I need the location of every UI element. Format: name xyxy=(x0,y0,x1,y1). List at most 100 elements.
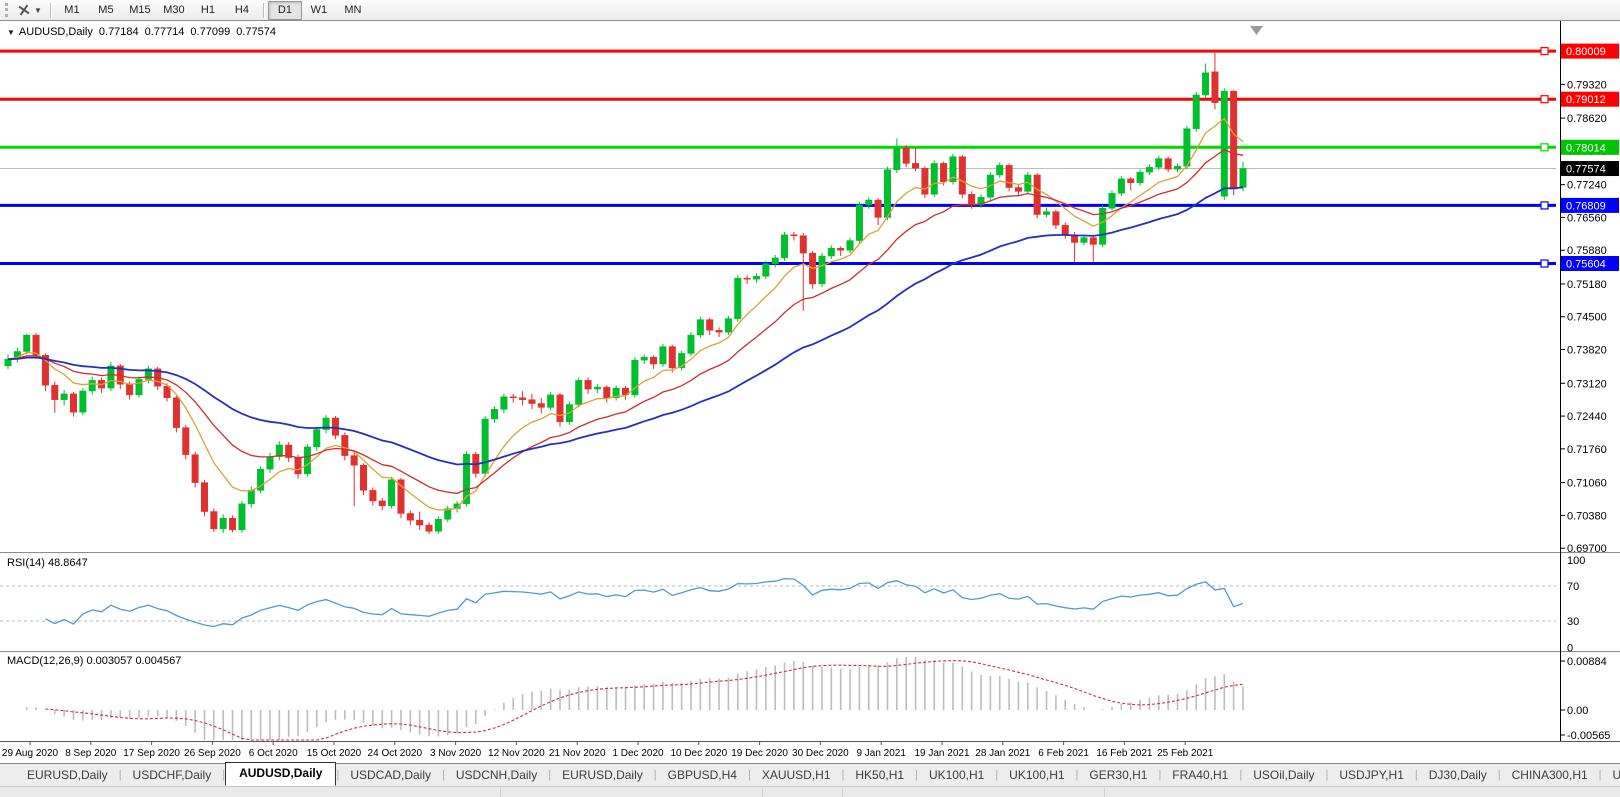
hline-handle[interactable] xyxy=(1541,48,1548,55)
candle-body xyxy=(1015,188,1022,192)
candle-body xyxy=(744,278,751,279)
candle-body xyxy=(407,513,414,520)
timeframe-button-h1[interactable]: H1 xyxy=(191,1,225,20)
candle-body xyxy=(342,435,349,455)
candle-body xyxy=(866,200,873,205)
chart-tab-uk100-h1[interactable]: UK100,H1 xyxy=(998,765,1075,785)
candle-body xyxy=(641,357,648,360)
candle-body xyxy=(837,248,844,250)
candle-body xyxy=(416,520,423,525)
candle-body xyxy=(1240,169,1247,188)
candle-body xyxy=(1081,238,1088,243)
chart-tab-usoil-daily[interactable]: USOil,Daily xyxy=(1242,765,1325,785)
chart-canvas[interactable]: 0.793200.786200.779400.772400.765600.758… xyxy=(0,21,1620,763)
price-tick-label: 0.73820 xyxy=(1567,345,1607,357)
chart-tab-usdchf-daily[interactable]: USDCHF,Daily xyxy=(122,765,223,785)
candle-body xyxy=(370,490,377,501)
candle-body xyxy=(800,236,807,253)
timeframe-button-mn[interactable]: MN xyxy=(336,1,370,20)
price-tick-label: 0.71760 xyxy=(1567,444,1607,456)
chevron-down-icon[interactable]: ▼ xyxy=(34,6,42,15)
chart-tab-usdjpy-h1[interactable]: USDJPY,H1 xyxy=(1328,765,1414,785)
candle-body xyxy=(192,455,199,483)
candle-body xyxy=(332,418,339,435)
candle-body xyxy=(248,490,255,504)
price-badge-label: 0.78014 xyxy=(1566,142,1606,154)
candle-body xyxy=(173,398,180,428)
hline-handle[interactable] xyxy=(1541,202,1548,209)
chart-tab-gbpusd-h4[interactable]: GBPUSD,H4 xyxy=(657,765,748,785)
chart-tab-eurusd-daily[interactable]: EURUSD,Daily xyxy=(16,765,119,785)
candle-body xyxy=(538,404,545,408)
candle-body xyxy=(819,256,826,284)
pane-separator xyxy=(0,552,1620,553)
toolbar-grip-icon[interactable] xyxy=(5,3,11,17)
timeframe-button-h4[interactable]: H4 xyxy=(225,1,259,20)
candle-body xyxy=(912,163,919,168)
candle-body xyxy=(828,248,835,256)
candle-body xyxy=(725,319,732,333)
chart-tab-china300-h1[interactable]: CHINA300,H1 xyxy=(1501,765,1599,785)
candle-body xyxy=(931,163,938,194)
date-label: 3 Nov 2020 xyxy=(430,748,482,759)
price-tick-label: 0.71060 xyxy=(1567,478,1607,490)
candle-body xyxy=(482,419,489,473)
chart-tab-usdcnh-daily[interactable]: USDCNH,Daily xyxy=(445,765,548,785)
hline-handle[interactable] xyxy=(1541,260,1548,267)
candle-body xyxy=(183,428,190,455)
candle-body xyxy=(1221,91,1228,196)
hline-handle[interactable] xyxy=(1541,144,1548,151)
date-label: 30 Dec 2020 xyxy=(792,748,849,759)
candle-body xyxy=(1165,159,1172,170)
candle-body xyxy=(1193,95,1200,129)
chart-tab-uk100-h1[interactable]: UK100,H1 xyxy=(918,765,995,785)
status-strip xyxy=(0,786,1620,797)
candle-body xyxy=(959,157,966,195)
candle-body xyxy=(211,512,218,529)
chart-tab-fra40-h1[interactable]: FRA40,H1 xyxy=(1161,765,1239,785)
timeframe-button-m15[interactable]: M15 xyxy=(123,1,157,20)
candle-body xyxy=(604,387,611,398)
chart-tab-usdcad-daily[interactable]: USDCAD,Daily xyxy=(339,765,442,785)
timeframe-button-m30[interactable]: M30 xyxy=(157,1,191,20)
timeframe-button-m5[interactable]: M5 xyxy=(89,1,123,20)
candle-body xyxy=(922,168,929,194)
price-tick-label: 0.79320 xyxy=(1567,79,1607,91)
candle-body xyxy=(5,359,12,366)
price-tick-label: 0.69700 xyxy=(1567,543,1607,555)
candle-body xyxy=(706,320,713,331)
chart-tab-hk50-h1[interactable]: HK50,H1 xyxy=(844,765,915,785)
symbol-tab-bar: EURUSD,Daily|USDCHF,Daily|AUDUSD,Daily|U… xyxy=(0,763,1620,786)
price-badge-label: 0.80009 xyxy=(1566,46,1606,58)
chart-tab-audusd-daily[interactable]: AUDUSD,Daily xyxy=(225,762,336,786)
chart-tab-dj30-daily[interactable]: DJ30,Daily xyxy=(1418,765,1498,785)
price-badge-label: 0.75604 xyxy=(1566,259,1606,271)
candle-body xyxy=(1174,166,1181,169)
candle-body xyxy=(772,258,779,264)
candle-body xyxy=(1230,91,1237,189)
chart-tab-usoil-[interactable]: USOil, xyxy=(1602,765,1620,785)
toolbar-separator xyxy=(263,3,264,18)
candle-body xyxy=(201,483,208,512)
chart-tab-eurusd-daily[interactable]: EURUSD,Daily xyxy=(551,765,654,785)
timeframe-button-w1[interactable]: W1 xyxy=(302,1,336,20)
candle-body xyxy=(996,165,1003,175)
date-label: 15 Oct 2020 xyxy=(307,748,362,759)
candle-body xyxy=(1184,129,1191,167)
timeframe-button-d1[interactable]: D1 xyxy=(268,1,302,20)
chart-tab-xauusd-h1[interactable]: XAUUSD,H1 xyxy=(751,765,842,785)
candle-body xyxy=(1053,212,1060,226)
date-label: 8 Sep 2020 xyxy=(65,748,117,759)
date-label: 29 Aug 2020 xyxy=(2,748,59,759)
candle-body xyxy=(276,445,283,457)
crosshair-cursor-icon[interactable] xyxy=(16,2,32,18)
candle-body xyxy=(753,276,760,279)
candle-body xyxy=(791,235,798,236)
pane-separator xyxy=(0,553,1620,554)
timeframe-button-m1[interactable]: M1 xyxy=(55,1,89,20)
hline-handle[interactable] xyxy=(1541,96,1548,103)
date-label: 24 Oct 2020 xyxy=(368,748,423,759)
chart-tab-ger30-h1[interactable]: GER30,H1 xyxy=(1078,765,1158,785)
candle-body xyxy=(940,163,947,181)
candle-body xyxy=(1212,72,1219,103)
